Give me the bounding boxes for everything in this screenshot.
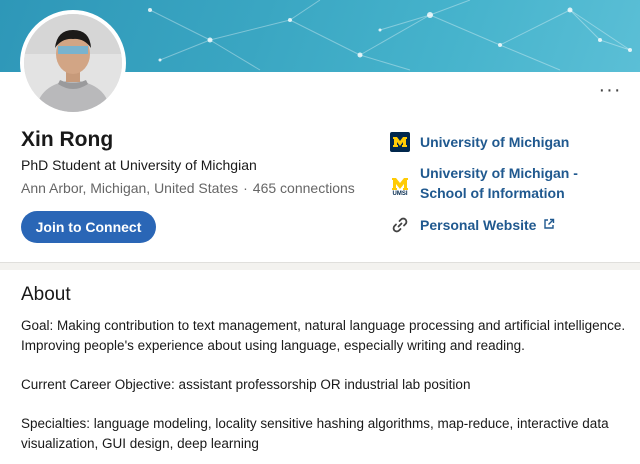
more-options-icon[interactable]: ··· bbox=[598, 80, 622, 100]
link-icon bbox=[390, 215, 410, 235]
sidebar-item-university-of-michigan[interactable]: University of Michigan bbox=[390, 132, 620, 152]
profile-meta: Ann Arbor, Michigan, United States · 465 c… bbox=[21, 180, 355, 196]
umsi-logo-icon: UMSI bbox=[390, 171, 410, 205]
about-goal: Goal: Making contribution to text manage… bbox=[21, 318, 626, 353]
sidebar-link-personal-website[interactable]: Personal Website bbox=[420, 215, 555, 235]
personal-website-label: Personal Website bbox=[420, 217, 537, 233]
sidebar-item-umsi[interactable]: UMSI University of Michigan - School of … bbox=[390, 163, 620, 205]
profile-card: ··· Xin Rong PhD Student at University o… bbox=[0, 0, 640, 263]
profile-name: Xin Rong bbox=[21, 128, 114, 151]
about-career-objective: Current Career Objective: assistant prof… bbox=[21, 377, 471, 392]
profile-location: Ann Arbor, Michigan, United States bbox=[21, 180, 239, 196]
sidebar-link-umsi[interactable]: University of Michigan - School of Infor… bbox=[420, 163, 620, 203]
about-specialties: Specialties: language modeling, locality… bbox=[21, 416, 609, 451]
about-body: Goal: Making contribution to text manage… bbox=[21, 316, 636, 454]
sidebar-link-university-of-michigan[interactable]: University of Michigan bbox=[420, 132, 620, 152]
sidebar-item-personal-website[interactable]: Personal Website bbox=[390, 215, 555, 235]
join-to-connect-button[interactable]: Join to Connect bbox=[21, 211, 156, 243]
profile-headline: PhD Student at University of Michgian bbox=[21, 157, 257, 173]
meta-separator: · bbox=[243, 180, 248, 196]
external-link-icon bbox=[544, 218, 555, 229]
university-of-michigan-logo-icon bbox=[390, 132, 410, 152]
connections-count: 465 connections bbox=[252, 180, 355, 196]
umsi-logo-text: UMSI bbox=[392, 191, 408, 197]
about-section: About Goal: Making contribution to text … bbox=[0, 270, 640, 464]
profile-avatar[interactable] bbox=[20, 10, 126, 116]
about-heading: About bbox=[21, 284, 71, 305]
